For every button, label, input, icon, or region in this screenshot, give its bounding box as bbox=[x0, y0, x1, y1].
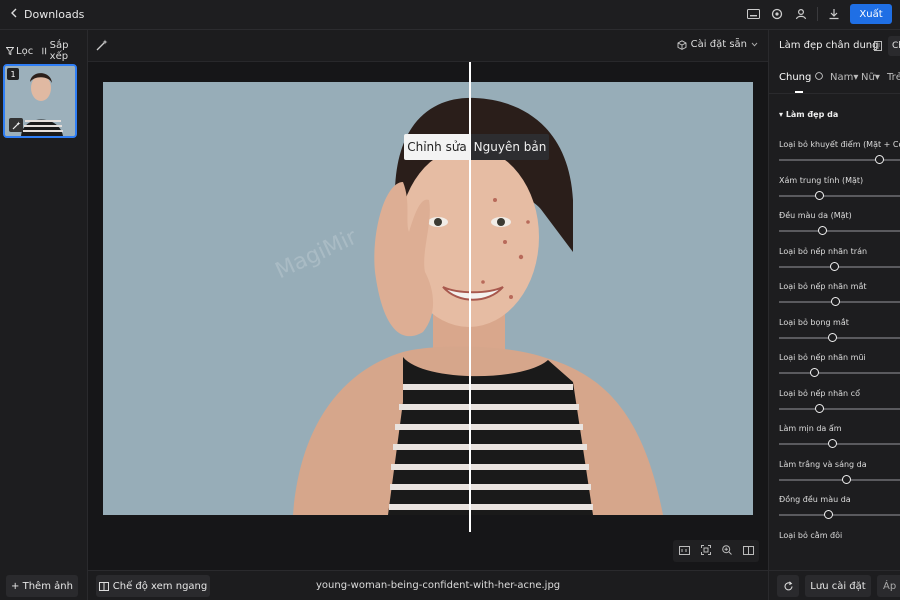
slider-handle[interactable] bbox=[875, 155, 884, 164]
compare-view-icon[interactable] bbox=[742, 545, 754, 558]
chevron-left-icon bbox=[10, 8, 18, 21]
sort-button[interactable]: Sắp xếp bbox=[41, 40, 87, 62]
reset-button[interactable] bbox=[777, 575, 799, 597]
back-button[interactable]: Downloads bbox=[10, 8, 84, 21]
slider-track[interactable] bbox=[779, 297, 900, 306]
slider-label: Đều màu da (Mặt) bbox=[779, 211, 852, 220]
tab-male-label: Nam bbox=[830, 72, 854, 83]
bottom-bar: Chế độ xem ngang young-woman-being-confi… bbox=[88, 570, 768, 600]
slider-track[interactable] bbox=[779, 439, 900, 448]
keyboard-icon[interactable] bbox=[745, 6, 761, 22]
view-tools bbox=[673, 540, 759, 562]
slider-label: Xám trung tính (Mặt) bbox=[779, 175, 864, 185]
slider-label: Làm mịn da ẩm bbox=[779, 424, 842, 433]
slider-handle[interactable] bbox=[828, 439, 837, 448]
add-image-button[interactable]: + Thêm ảnh bbox=[6, 575, 78, 597]
image-thumbnail[interactable]: 1 bbox=[3, 64, 77, 138]
zoom-in-icon[interactable] bbox=[721, 544, 732, 558]
caret-down-icon: ▾ bbox=[779, 110, 784, 119]
slider-track[interactable] bbox=[779, 190, 900, 200]
filter-button[interactable]: Lọc bbox=[6, 40, 33, 62]
tab-female-label: Nữ bbox=[861, 72, 875, 83]
export-button[interactable]: Xuất bbox=[850, 4, 892, 24]
slider-track[interactable] bbox=[779, 261, 900, 271]
sort-icon bbox=[42, 47, 47, 55]
header-tab[interactable]: Ch bbox=[888, 36, 900, 56]
split-view-icon bbox=[98, 581, 109, 591]
edited-label: Chỉnh sửa bbox=[404, 134, 470, 160]
chevron-down-icon bbox=[751, 42, 758, 47]
slider-track[interactable] bbox=[779, 226, 900, 235]
slider-label: Loại bỏ nếp nhăn cổ bbox=[779, 388, 860, 398]
apply-button[interactable]: Áp bbox=[877, 575, 900, 597]
slider-handle[interactable] bbox=[828, 332, 837, 342]
help-circle-icon bbox=[814, 72, 823, 80]
slider-label: Loại bỏ nếp nhăn trán bbox=[779, 246, 868, 256]
settings-icon[interactable] bbox=[769, 6, 785, 22]
slider-label: Loại bỏ bọng mắt bbox=[779, 317, 849, 327]
slider-label: Đồng đều màu da bbox=[779, 495, 851, 504]
cube-icon bbox=[677, 39, 687, 50]
user-icon[interactable] bbox=[793, 6, 809, 22]
slider-handle[interactable] bbox=[830, 261, 839, 271]
image-canvas[interactable]: MagiMir Chỉnh sửa Nguyên bản bbox=[88, 62, 768, 570]
sort-label: Sắp xếp bbox=[49, 40, 69, 62]
tab-child[interactable]: Trẻ bbox=[887, 72, 900, 83]
slider-handle[interactable] bbox=[831, 297, 840, 306]
portrait-retouch-panel: Làm đẹp chân dung Ch Chung Nam▾ Nữ▾ Trẻ … bbox=[768, 30, 900, 600]
original-label: Nguyên bản bbox=[471, 134, 549, 160]
tab-active-indicator bbox=[795, 91, 803, 93]
toolbar-divider bbox=[817, 7, 818, 21]
info-doc-icon[interactable] bbox=[874, 41, 882, 51]
slider-label: Loại bỏ cằm đôi bbox=[779, 530, 843, 540]
fit-screen-icon[interactable] bbox=[700, 544, 711, 558]
section-skin-beauty[interactable]: ▾ Làm đẹp da bbox=[779, 110, 838, 119]
category-tabs: Chung Nam▾ Nữ▾ Trẻ bbox=[769, 66, 900, 94]
tab-male[interactable]: Nam▾ bbox=[830, 72, 858, 83]
slider-track[interactable] bbox=[779, 332, 900, 342]
section-title: Làm đẹp da bbox=[785, 110, 839, 119]
slider-handle[interactable] bbox=[842, 474, 851, 484]
file-name: young-woman-being-confident-with-her-acn… bbox=[316, 580, 561, 591]
thumbnail-number: 1 bbox=[7, 68, 19, 80]
back-label: Downloads bbox=[24, 8, 85, 21]
view-mode-button[interactable]: Chế độ xem ngang bbox=[96, 575, 210, 597]
magic-wand-icon bbox=[9, 118, 23, 132]
magic-wand-icon[interactable] bbox=[96, 39, 108, 54]
filter-icon bbox=[6, 47, 14, 55]
download-icon[interactable] bbox=[826, 6, 842, 22]
panel-title: Làm đẹp chân dung bbox=[779, 40, 879, 51]
slider-track[interactable] bbox=[779, 155, 900, 164]
filter-label: Lọc bbox=[16, 45, 34, 57]
compare-divider[interactable] bbox=[469, 62, 471, 532]
canvas-toolbar: Cài đặt sẵn bbox=[88, 30, 768, 62]
slider-handle[interactable] bbox=[815, 190, 824, 200]
slider-handle[interactable] bbox=[810, 368, 819, 377]
save-settings-button[interactable]: Lưu cài đặt bbox=[805, 575, 871, 597]
slider-label: Loại bỏ nếp nhăn mắt bbox=[779, 282, 867, 291]
slider-handle[interactable] bbox=[815, 403, 824, 413]
reset-icon bbox=[783, 580, 793, 590]
slider-track[interactable] bbox=[779, 368, 900, 377]
tab-female[interactable]: Nữ▾ bbox=[861, 72, 880, 83]
panel-footer: Lưu cài đặt Áp bbox=[769, 570, 900, 600]
image-list-panel: Lọc Sắp xếp 1 + Thêm ảnh bbox=[0, 30, 88, 600]
preset-label: Cài đặt sẵn bbox=[690, 39, 747, 50]
slider-label: Loại bỏ khuyết điểm (Mặt + Cơ bbox=[779, 140, 900, 149]
slider-label: Loại bỏ nếp nhăn mũi bbox=[779, 353, 866, 362]
slider-label: Làm trắng và sáng da bbox=[779, 459, 867, 469]
preset-dropdown[interactable]: Cài đặt sẵn bbox=[677, 39, 758, 50]
slider-track[interactable] bbox=[779, 510, 900, 519]
slider-handle[interactable] bbox=[818, 226, 827, 235]
tab-general-label: Chung bbox=[779, 72, 812, 83]
tab-general[interactable]: Chung bbox=[779, 72, 823, 83]
slider-track[interactable] bbox=[779, 403, 900, 413]
slider-handle[interactable] bbox=[824, 510, 833, 519]
top-bar: Downloads Xuất bbox=[0, 0, 900, 30]
slider-track[interactable] bbox=[779, 474, 900, 484]
actual-size-icon[interactable] bbox=[678, 545, 690, 558]
view-mode-label: Chế độ xem ngang bbox=[112, 580, 208, 592]
